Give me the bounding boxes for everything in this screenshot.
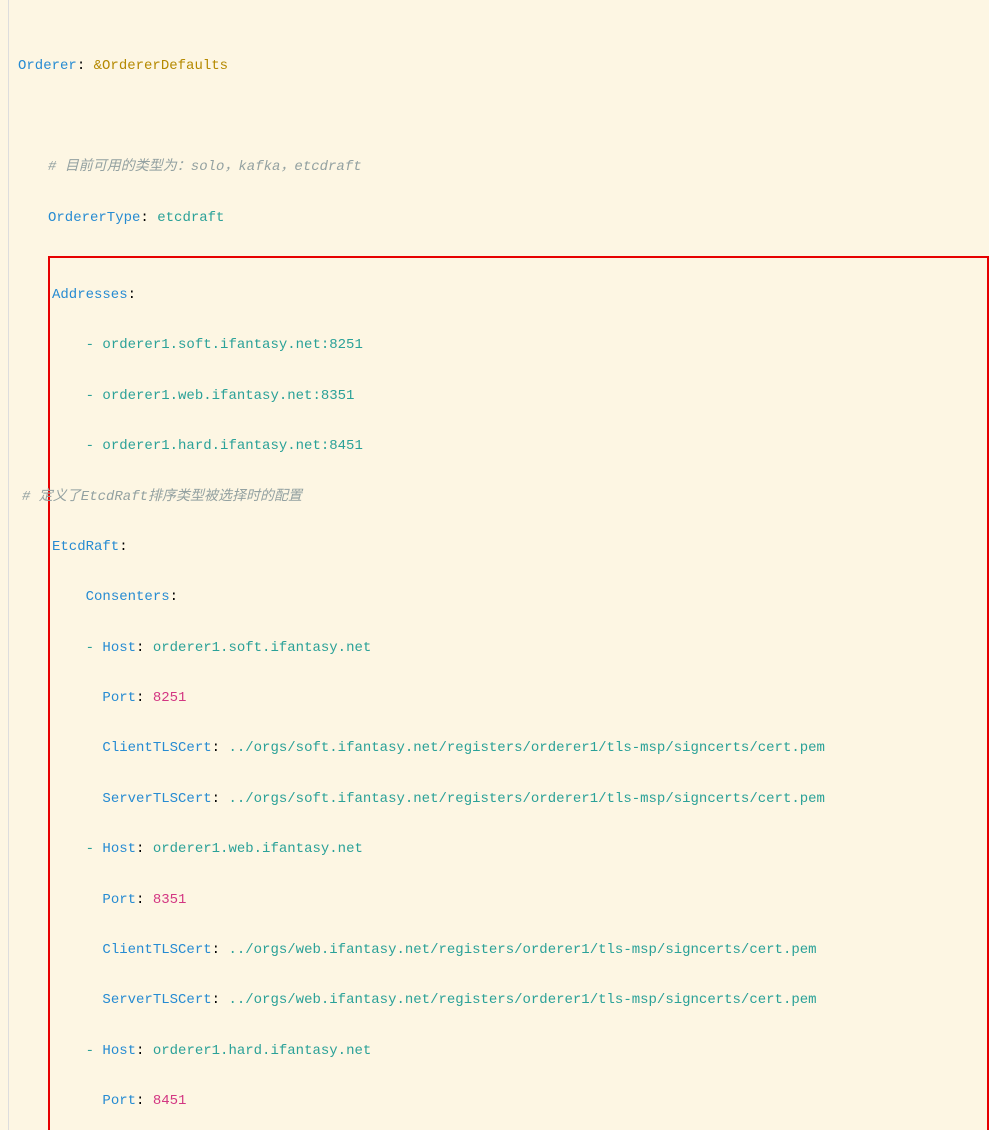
orderer-line: Orderer: &OrdererDefaults — [18, 54, 989, 79]
consenter-1-server-tls: ServerTLSCert: ../orgs/soft.ifantasy.net… — [52, 787, 985, 812]
consenter-2-server-tls: ServerTLSCert: ../orgs/web.ifantasy.net/… — [52, 988, 985, 1013]
consenter-1-client-tls: ClientTLSCert: ../orgs/soft.ifantasy.net… — [52, 736, 985, 761]
consenter-2-port: Port: 8351 — [52, 888, 985, 913]
etcdraft-key-line: EtcdRaft: — [52, 535, 985, 560]
highlighted-config-box: Addresses: - orderer1.soft.ifantasy.net:… — [48, 256, 989, 1130]
consenters-key-line: Consenters: — [52, 585, 985, 610]
consenter-3-host: - Host: orderer1.hard.ifantasy.net — [52, 1039, 985, 1064]
consenter-1-host: - Host: orderer1.soft.ifantasy.net — [52, 636, 985, 661]
addresses-key-line: Addresses: — [52, 283, 985, 308]
consenter-2-host: - Host: orderer1.web.ifantasy.net — [52, 837, 985, 862]
orderer-anchor: &OrdererDefaults — [94, 58, 228, 74]
address-item-1: - orderer1.soft.ifantasy.net:8251 — [52, 333, 985, 358]
blank-line — [18, 105, 989, 130]
comment-line-1: # 目前可用的类型为：solo，kafka，etcdraft — [18, 155, 989, 180]
consenter-3-port: Port: 8451 — [52, 1089, 985, 1114]
consenter-1-port: Port: 8251 — [52, 686, 985, 711]
address-item-2: - orderer1.web.ifantasy.net:8351 — [52, 384, 985, 409]
consenter-2-client-tls: ClientTLSCert: ../orgs/web.ifantasy.net/… — [52, 938, 985, 963]
comment-line-2: # 定义了EtcdRaft排序类型被选择时的配置 — [22, 485, 985, 510]
orderer-key: Orderer — [18, 58, 77, 74]
address-item-3: - orderer1.hard.ifantasy.net:8451 — [52, 434, 985, 459]
code-block: Orderer: &OrdererDefaults # 目前可用的类型为：sol… — [0, 0, 989, 1130]
orderer-type-line: OrdererType: etcdraft — [18, 206, 989, 231]
